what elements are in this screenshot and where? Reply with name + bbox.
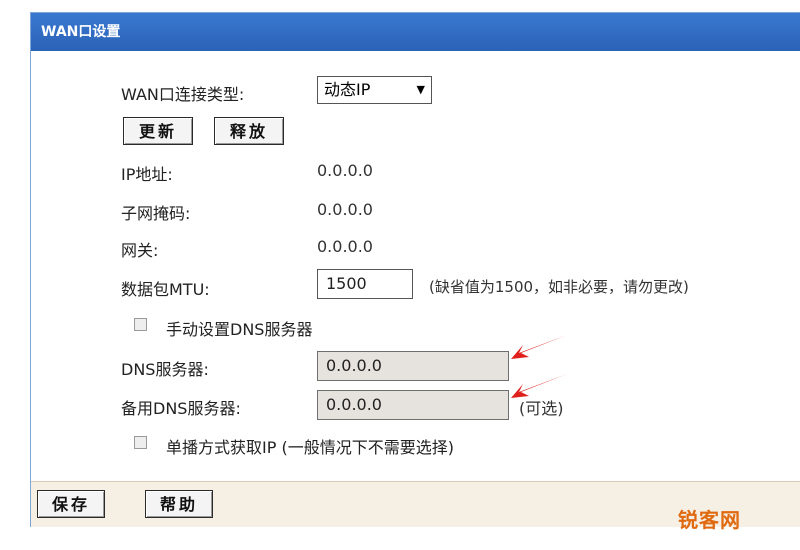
backup-dns-label: 备用DNS服务器: [121, 399, 241, 418]
annotation-arrow-icon [511, 374, 567, 398]
conn-type-select[interactable]: 动态IP ▼ [317, 76, 432, 104]
screenshot-frame: WAN口设置 WAN口连接类型: 动态IP ▼ 更新 释放 IP地址: 0.0.… [0, 0, 800, 550]
mtu-input[interactable]: 1500 [317, 269, 413, 299]
subnet-mask-label: 子网掩码: [121, 204, 191, 223]
mtu-label: 数据包MTU: [121, 280, 210, 299]
renew-button[interactable]: 更新 [123, 117, 193, 145]
dns-input[interactable]: 0.0.0.0 [317, 351, 509, 381]
conn-type-value: 动态IP [324, 80, 371, 99]
release-button[interactable]: 释放 [214, 117, 284, 145]
backup-dns-input[interactable]: 0.0.0.0 [317, 390, 509, 420]
ip-value: 0.0.0.0 [317, 161, 373, 180]
unicast-checkbox[interactable] [134, 436, 147, 449]
conn-type-label: WAN口连接类型: [121, 85, 245, 104]
unicast-label: 单播方式获取IP (一般情况下不需要选择) [166, 438, 454, 457]
gateway-label: 网关: [121, 241, 159, 260]
gateway-value: 0.0.0.0 [317, 237, 373, 256]
subnet-mask-value: 0.0.0.0 [317, 200, 373, 219]
annotation-arrow-icon [511, 335, 567, 359]
dropdown-arrow-icon: ▼ [416, 83, 425, 96]
manual-dns-label: 手动设置DNS服务器 [166, 320, 313, 339]
wan-settings-panel: WAN口设置 WAN口连接类型: 动态IP ▼ 更新 释放 IP地址: 0.0.… [30, 12, 800, 527]
help-button[interactable]: 帮助 [145, 490, 213, 518]
manual-dns-checkbox[interactable] [134, 318, 147, 331]
dns-label: DNS服务器: [121, 360, 209, 379]
panel-title: WAN口设置 [31, 13, 800, 51]
save-button[interactable]: 保存 [37, 490, 105, 518]
ip-label: IP地址: [121, 165, 173, 184]
mtu-hint: (缺省值为1500，如非必要，请勿更改) [429, 278, 689, 296]
watermark-logo: 锐客网 [678, 508, 741, 532]
